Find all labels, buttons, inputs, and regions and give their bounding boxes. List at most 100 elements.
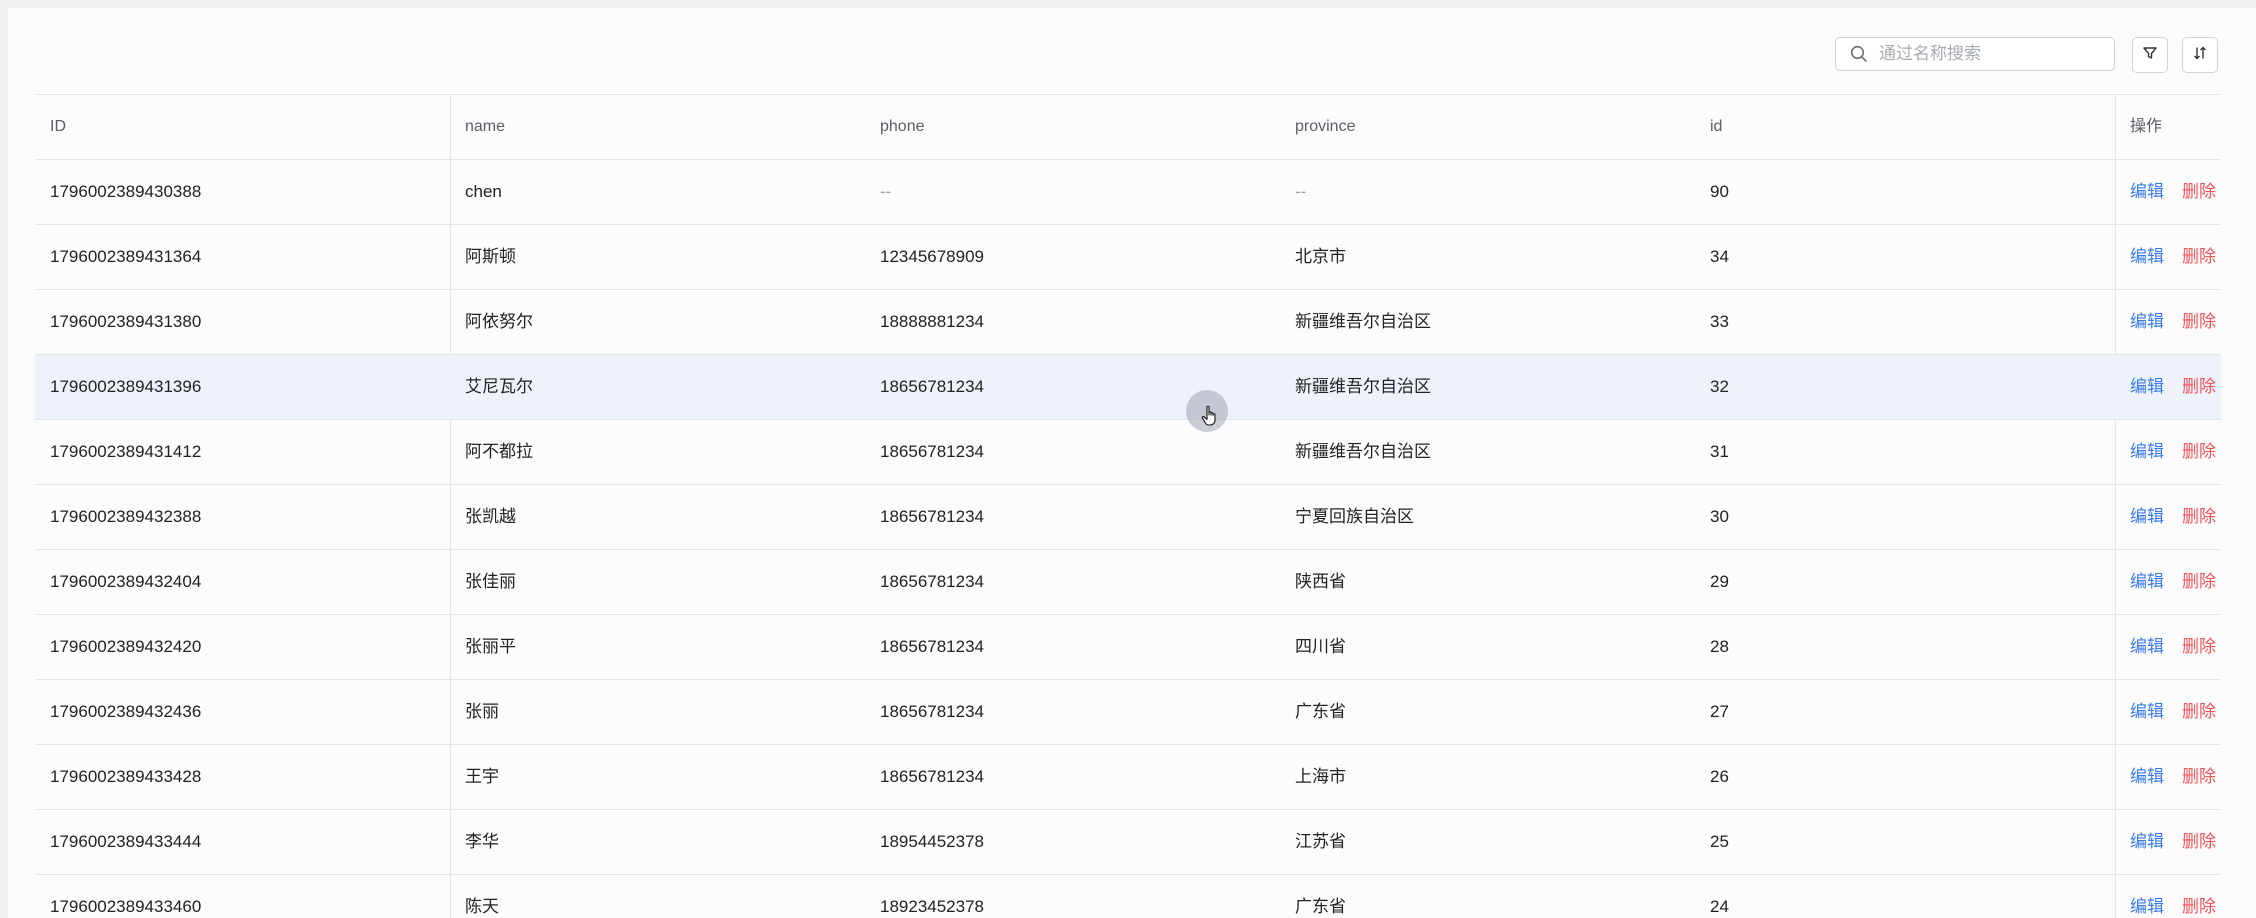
cell-ID: 1796002389431412 bbox=[50, 442, 202, 461]
cell-name: 陈天 bbox=[465, 897, 499, 916]
edit-link[interactable]: 编辑 bbox=[2130, 702, 2164, 721]
edit-link[interactable]: 编辑 bbox=[2130, 637, 2164, 656]
row-actions: 编辑 删除 bbox=[2130, 680, 2216, 744]
edit-link[interactable]: 编辑 bbox=[2130, 897, 2164, 916]
table-row-hovered[interactable]: 1796002389431396 艾尼瓦尔 18656781234 新疆维吾尔自… bbox=[35, 355, 2221, 420]
edit-link[interactable]: 编辑 bbox=[2130, 312, 2164, 331]
row-actions: 编辑 删除 bbox=[2130, 420, 2216, 484]
delete-link[interactable]: 删除 bbox=[2182, 377, 2216, 396]
cell-id: 25 bbox=[1710, 832, 1729, 851]
row-actions: 编辑 删除 bbox=[2130, 290, 2216, 354]
table-row[interactable]: 1796002389431380 阿依努尔 18888881234 新疆维吾尔自… bbox=[35, 290, 2221, 355]
cell-id: 34 bbox=[1710, 247, 1729, 266]
delete-link[interactable]: 删除 bbox=[2182, 897, 2216, 916]
delete-link[interactable]: 删除 bbox=[2182, 507, 2216, 526]
delete-link[interactable]: 删除 bbox=[2182, 572, 2216, 591]
cell-province: 江苏省 bbox=[1295, 832, 1346, 851]
cell-phone: 12345678909 bbox=[880, 247, 985, 266]
cell-phone: 18656781234 bbox=[880, 767, 985, 786]
row-actions: 编辑 删除 bbox=[2130, 225, 2216, 289]
delete-link[interactable]: 删除 bbox=[2182, 637, 2216, 656]
cell-province: 陕西省 bbox=[1295, 572, 1346, 591]
table-row[interactable]: 1796002389432436 张丽 18656781234 广东省 27 编… bbox=[35, 680, 2221, 745]
cell-phone: 18923452378 bbox=[880, 897, 985, 916]
filter-button[interactable] bbox=[2132, 37, 2168, 73]
table-row[interactable]: 1796002389432388 张凯越 18656781234 宁夏回族自治区… bbox=[35, 485, 2221, 550]
delete-link[interactable]: 删除 bbox=[2182, 312, 2216, 331]
cell-name: 张佳丽 bbox=[465, 572, 516, 591]
cell-ID: 1796002389431380 bbox=[50, 312, 202, 331]
table-row[interactable]: 1796002389430388 chen -- -- 90 编辑 删除 bbox=[35, 160, 2221, 225]
cell-name: 张丽 bbox=[465, 702, 499, 721]
column-header-ID[interactable]: ID bbox=[50, 95, 66, 159]
cell-phone: 18954452378 bbox=[880, 832, 985, 851]
cell-ID: 1796002389432388 bbox=[50, 507, 202, 526]
delete-link[interactable]: 删除 bbox=[2182, 247, 2216, 266]
table-header: ID name phone province id 操作 bbox=[35, 95, 2221, 160]
edit-link[interactable]: 编辑 bbox=[2130, 832, 2164, 851]
cell-ID: 1796002389433444 bbox=[50, 832, 202, 851]
table-row[interactable]: 1796002389433460 陈天 18923452378 广东省 24 编… bbox=[35, 875, 2221, 918]
row-actions: 编辑 删除 bbox=[2130, 160, 2216, 224]
cell-ID: 1796002389432404 bbox=[50, 572, 202, 591]
table-row[interactable]: 1796002389432404 张佳丽 18656781234 陕西省 29 … bbox=[35, 550, 2221, 615]
row-actions: 编辑 删除 bbox=[2130, 875, 2216, 918]
column-header-province[interactable]: province bbox=[1295, 95, 1355, 159]
table-row[interactable]: 1796002389432420 张丽平 18656781234 四川省 28 … bbox=[35, 615, 2221, 680]
search-icon bbox=[1849, 44, 1869, 64]
table-page: ID name phone province id 操作 17960023894… bbox=[8, 8, 2256, 918]
cell-province: 北京市 bbox=[1295, 247, 1346, 266]
cell-id: 27 bbox=[1710, 702, 1729, 721]
edit-link[interactable]: 编辑 bbox=[2130, 247, 2164, 266]
cell-name: 王宇 bbox=[465, 767, 499, 786]
sort-icon bbox=[2192, 45, 2208, 66]
cell-phone: -- bbox=[880, 182, 892, 201]
sort-button[interactable] bbox=[2182, 37, 2218, 73]
hand-pointer-icon bbox=[1201, 405, 1219, 427]
table-row[interactable]: 1796002389433428 王宇 18656781234 上海市 26 编… bbox=[35, 745, 2221, 810]
cell-phone: 18888881234 bbox=[880, 312, 985, 331]
column-header-id[interactable]: id bbox=[1710, 95, 1722, 159]
cell-name: 张凯越 bbox=[465, 507, 516, 526]
column-header-name[interactable]: name bbox=[465, 95, 505, 159]
delete-link[interactable]: 删除 bbox=[2182, 182, 2216, 201]
cell-phone: 18656781234 bbox=[880, 637, 985, 656]
cell-ID: 1796002389433428 bbox=[50, 767, 202, 786]
cell-id: 24 bbox=[1710, 897, 1729, 916]
search-input[interactable] bbox=[1879, 44, 2099, 64]
table-row[interactable]: 1796002389431412 阿不都拉 18656781234 新疆维吾尔自… bbox=[35, 420, 2221, 485]
edit-link[interactable]: 编辑 bbox=[2130, 767, 2164, 786]
delete-link[interactable]: 删除 bbox=[2182, 832, 2216, 851]
cell-name: 李华 bbox=[465, 832, 499, 851]
edit-link[interactable]: 编辑 bbox=[2130, 442, 2164, 461]
cell-name: 阿依努尔 bbox=[465, 312, 533, 331]
cell-id: 32 bbox=[1710, 377, 1729, 396]
cell-name: 张丽平 bbox=[465, 637, 516, 656]
delete-link[interactable]: 删除 bbox=[2182, 767, 2216, 786]
cell-id: 33 bbox=[1710, 312, 1729, 331]
cell-id: 26 bbox=[1710, 767, 1729, 786]
edit-link[interactable]: 编辑 bbox=[2130, 182, 2164, 201]
table-row[interactable]: 1796002389431364 阿斯顿 12345678909 北京市 34 … bbox=[35, 225, 2221, 290]
cell-phone: 18656781234 bbox=[880, 442, 985, 461]
cell-id: 28 bbox=[1710, 637, 1729, 656]
delete-link[interactable]: 删除 bbox=[2182, 702, 2216, 721]
cell-ID: 1796002389430388 bbox=[50, 182, 202, 201]
cell-name: chen bbox=[465, 182, 502, 201]
edit-link[interactable]: 编辑 bbox=[2130, 377, 2164, 396]
cell-ID: 1796002389433460 bbox=[50, 897, 202, 916]
cell-province: 上海市 bbox=[1295, 767, 1346, 786]
search-box[interactable] bbox=[1835, 37, 2115, 71]
row-actions: 编辑 删除 bbox=[2130, 810, 2216, 874]
column-header-phone[interactable]: phone bbox=[880, 95, 925, 159]
row-actions: 编辑 删除 bbox=[2130, 485, 2216, 549]
table-row[interactable]: 1796002389433444 李华 18954452378 江苏省 25 编… bbox=[35, 810, 2221, 875]
delete-link[interactable]: 删除 bbox=[2182, 442, 2216, 461]
cell-phone: 18656781234 bbox=[880, 572, 985, 591]
filter-icon bbox=[2142, 45, 2158, 66]
edit-link[interactable]: 编辑 bbox=[2130, 507, 2164, 526]
row-actions: 编辑 删除 bbox=[2130, 745, 2216, 809]
cell-province: -- bbox=[1295, 182, 1307, 201]
cell-province: 广东省 bbox=[1295, 702, 1346, 721]
edit-link[interactable]: 编辑 bbox=[2130, 572, 2164, 591]
